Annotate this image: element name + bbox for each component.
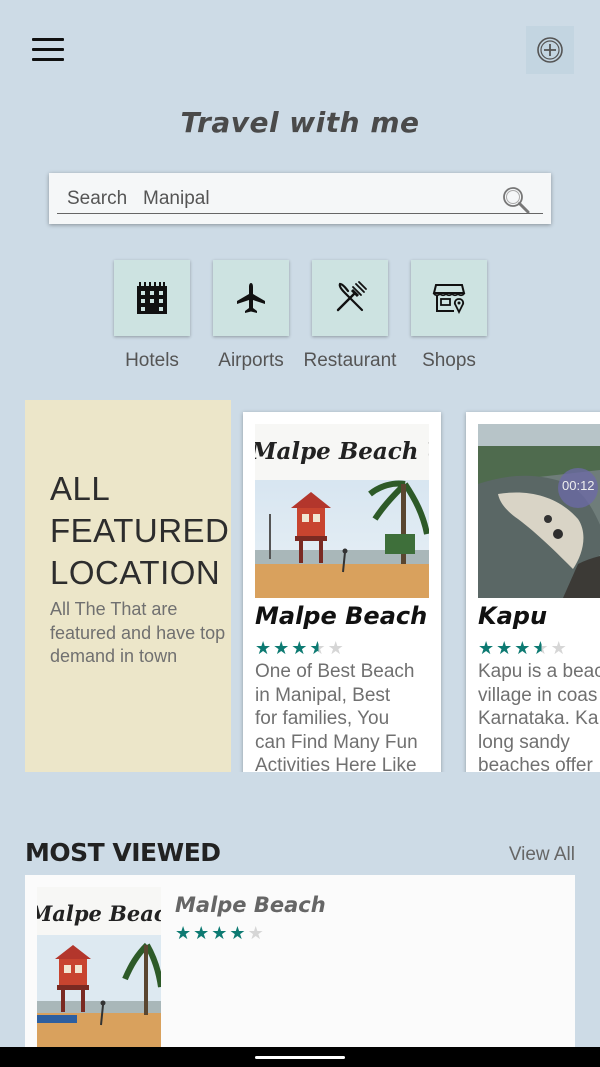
most-viewed-header: MOST VIEWED View All — [25, 838, 575, 870]
star-icon: ★ — [255, 638, 274, 658]
search-icon[interactable] — [501, 185, 531, 215]
location-description: One of Best Beach in Manipal, Best for f… — [255, 660, 441, 772]
rating-stars: ★★★★★ — [255, 638, 346, 659]
add-location-button[interactable] — [526, 26, 574, 74]
star-icon: ★ — [273, 638, 292, 658]
category-tile[interactable] — [312, 260, 388, 336]
featured-title: ALL FEATURED LOCATION — [50, 468, 231, 594]
category-hotels[interactable]: Hotels — [102, 260, 202, 372]
app-title: Travel with me — [180, 106, 420, 139]
category-label: Airports — [218, 350, 284, 371]
category-tile[interactable] — [213, 260, 289, 336]
description-line: for families, You — [255, 708, 390, 729]
rating-stars: ★★★★★ — [478, 638, 569, 659]
featured-title-line: ALL — [50, 470, 111, 507]
category-label: Hotels — [125, 350, 179, 371]
hotel-icon — [137, 282, 167, 314]
location-image-caption: Malpe Beach Udupi — [255, 438, 429, 465]
view-all-link[interactable]: View All — [509, 844, 575, 866]
star-icon: ★ — [550, 638, 569, 658]
rating-stars: ★★★★★ — [175, 923, 266, 944]
location-name: Kapu — [478, 602, 548, 630]
most-viewed-item[interactable]: Malpe Beach Udupi Malpe Beach ★★★★★ — [25, 875, 575, 1055]
search-input[interactable] — [57, 185, 543, 214]
video-duration-badge: 00:12 — [562, 478, 595, 493]
featured-title-line: FEATURED — [50, 512, 230, 549]
star-icon: ★ — [291, 638, 310, 658]
location-card-kapu[interactable]: 00:12 Kapu ★★★★★ Kapu is a beac village … — [466, 412, 600, 772]
top-bar — [0, 0, 600, 100]
most-viewed-image-caption: Malpe Beach Udupi — [37, 901, 161, 926]
description-line: in Manipal, Best — [255, 684, 391, 706]
featured-carousel[interactable]: ALL FEATURED LOCATION All The That are f… — [0, 400, 600, 772]
category-label: Shops — [422, 350, 476, 371]
star-icon: ★ — [175, 923, 194, 943]
star-icon: ★ — [247, 923, 266, 943]
location-description: Kapu is a beac village in coas Karnataka… — [478, 660, 600, 772]
system-navigation-bar — [0, 1047, 600, 1067]
description-line: Activities Here Like — [255, 755, 417, 772]
description-line: can Find Many Fun — [255, 731, 418, 753]
description-line: Karnataka. Ka — [478, 708, 599, 729]
location-name: Malpe Beach — [255, 602, 428, 630]
star-icon: ★ — [229, 923, 248, 943]
category-tile[interactable] — [411, 260, 487, 336]
description-line: long sandy — [478, 731, 570, 753]
location-image: Malpe Beach Udupi — [255, 424, 429, 598]
shop-icon — [432, 284, 466, 315]
featured-intro-panel: ALL FEATURED LOCATION All The That are f… — [25, 400, 231, 772]
most-viewed-name: Malpe Beach — [175, 893, 326, 917]
category-shops[interactable]: Shops — [399, 260, 499, 372]
search-bar — [49, 173, 551, 224]
description-line: One of Best Beach — [255, 661, 415, 682]
description-line: Kapu is a beac — [478, 661, 600, 682]
airplane-icon — [237, 283, 265, 313]
featured-title-line: LOCATION — [50, 554, 221, 591]
star-half-icon: ★ — [309, 638, 328, 658]
location-image: 00:12 — [478, 424, 600, 598]
description-line: village in coas — [478, 684, 598, 706]
star-icon: ★ — [514, 638, 533, 658]
star-icon: ★ — [496, 638, 515, 658]
location-card-malpe-beach[interactable]: Malpe Beach Udupi Malpe Beach ★★★★★ One … — [243, 412, 441, 772]
star-icon: ★ — [211, 923, 230, 943]
hamburger-menu-icon[interactable] — [30, 38, 70, 64]
star-icon: ★ — [327, 638, 346, 658]
most-viewed-title: MOST VIEWED — [25, 838, 221, 867]
category-label: Restaurant — [303, 350, 397, 371]
featured-subtitle: All The That are featured and have top d… — [50, 599, 226, 666]
home-gesture-handle[interactable] — [255, 1056, 345, 1059]
restaurant-icon — [336, 281, 367, 312]
category-row: Hotels Airports Restaurant Shops — [0, 260, 600, 380]
category-restaurant[interactable]: Restaurant — [300, 260, 400, 372]
star-half-icon: ★ — [532, 638, 551, 658]
description-line: beaches offer — [478, 755, 593, 772]
star-icon: ★ — [478, 638, 497, 658]
plus-circle-icon — [537, 37, 563, 63]
most-viewed-image: Malpe Beach Udupi — [37, 887, 161, 1047]
star-icon: ★ — [193, 923, 212, 943]
category-tile[interactable] — [114, 260, 190, 336]
category-airports[interactable]: Airports — [201, 260, 301, 372]
